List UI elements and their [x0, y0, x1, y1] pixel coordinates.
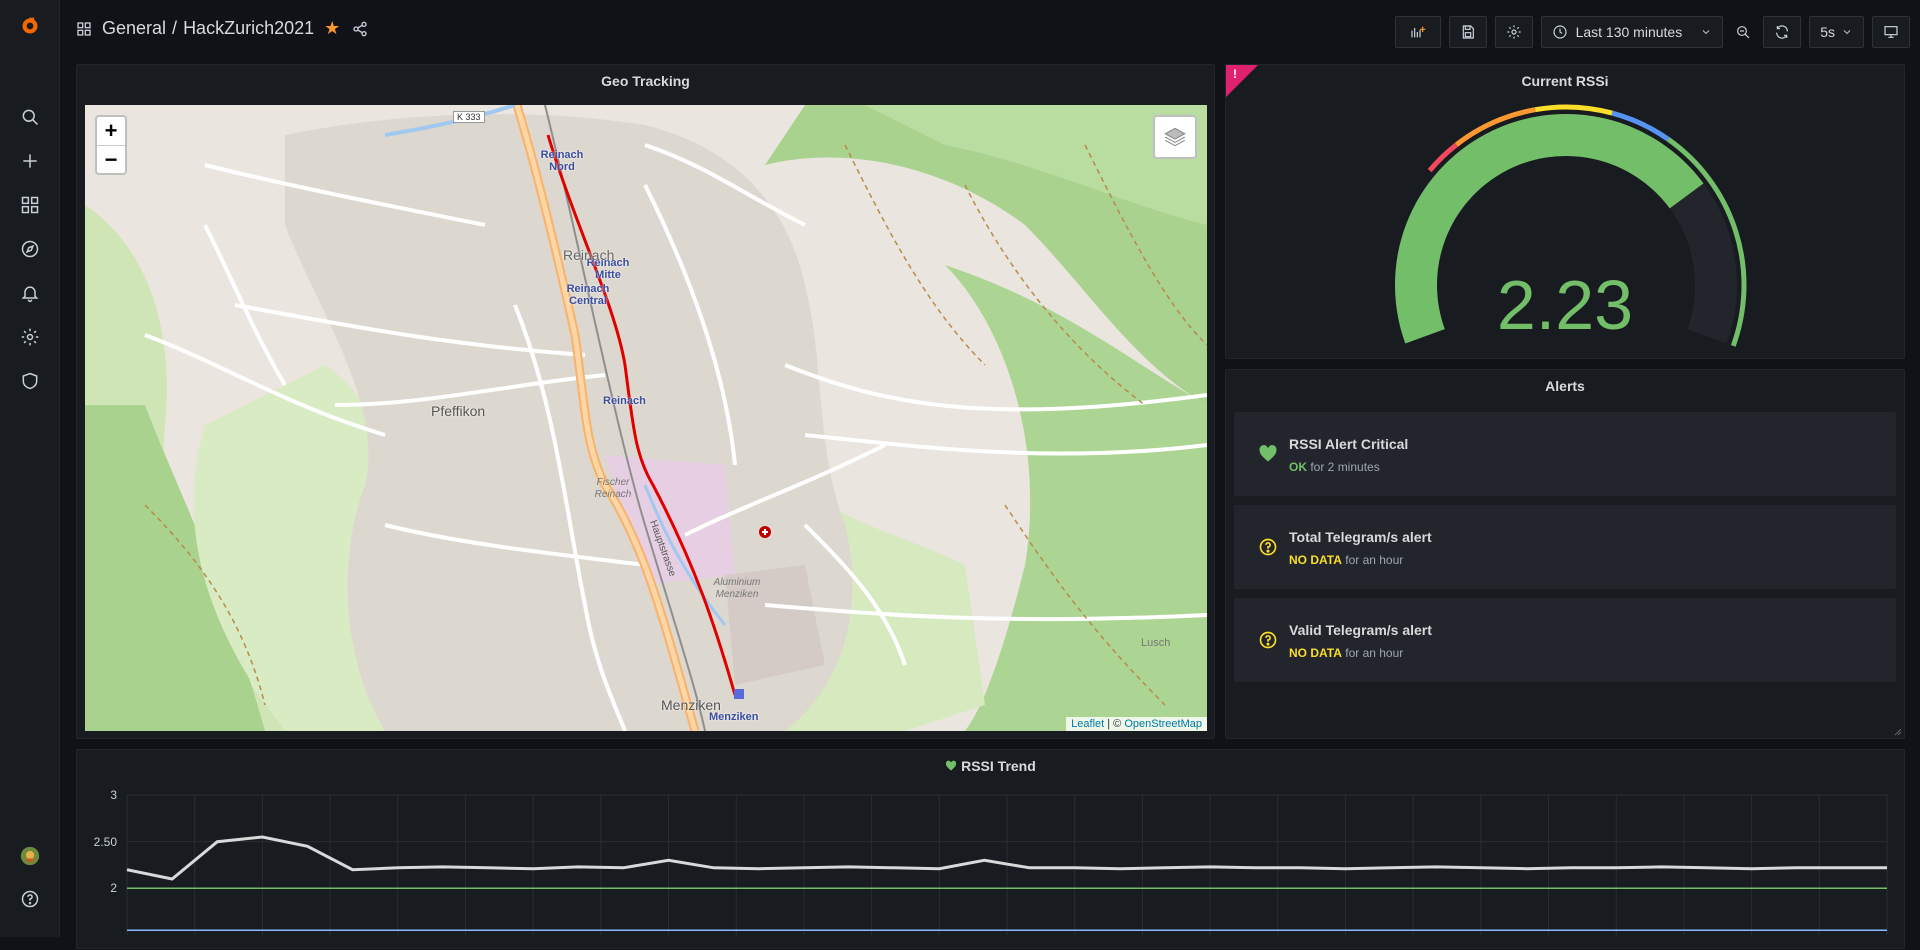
map-tiles[interactable]	[85, 105, 1207, 731]
alert-state-value: NO DATA	[1289, 553, 1342, 567]
alert-state: NO DATA for an hour	[1289, 646, 1403, 660]
zoom-out-icon	[1737, 26, 1750, 39]
map-label-reinach-station: Reinach	[603, 395, 646, 407]
current-rssi-panel: ! Current RSSi 2.23	[1225, 64, 1905, 359]
time-picker-button[interactable]: Last 130 minutes	[1540, 16, 1724, 48]
breadcrumb: General / HackZurich2021 ★	[76, 18, 368, 39]
clock-icon	[1552, 25, 1567, 39]
add-panel-icon	[1410, 26, 1425, 38]
alert-state: NO DATA for an hour	[1289, 553, 1403, 567]
openstreetmap-link[interactable]: OpenStreetMap	[1124, 718, 1202, 730]
time-range-label: Last 130 minutes	[1575, 24, 1683, 40]
gear-icon[interactable]	[16, 323, 44, 351]
gauge-threshold-segment	[1534, 104, 1613, 116]
grafana-logo-icon[interactable]	[16, 12, 44, 40]
rssi-trend-panel: RSSI Trend 3 2.50 2	[76, 749, 1905, 949]
alert-duration: for an hour	[1345, 553, 1404, 567]
refresh-interval-select[interactable]: 5s	[1809, 16, 1864, 48]
resize-handle-icon[interactable]	[1892, 726, 1902, 736]
alert-name[interactable]: Total Telegram/s alert	[1289, 529, 1432, 545]
dashboard-grid-icon	[77, 21, 91, 36]
breadcrumb-folder[interactable]: General	[102, 18, 166, 39]
map-view[interactable]: Reinach Nord Reinach Mitte Reinach Centr…	[85, 105, 1207, 731]
map-label-pfeffikon: Pfeffikon	[431, 403, 486, 419]
page-title[interactable]: HackZurich2021	[183, 18, 314, 39]
gear-icon	[1506, 25, 1521, 39]
breadcrumb-separator: /	[172, 18, 178, 38]
search-icon[interactable]	[16, 103, 44, 131]
toolbar: Last 130 minutes 5s	[1394, 16, 1910, 48]
refresh-button[interactable]	[1763, 16, 1802, 48]
alerts-panel: Alerts RSSI Alert Critical OK for 2 minu…	[1225, 369, 1905, 739]
map-label-menziken-station: Menziken	[709, 711, 759, 723]
alert-duration: for 2 minutes	[1310, 460, 1380, 474]
alert-name[interactable]: Valid Telegram/s alert	[1289, 622, 1432, 638]
question-icon	[1259, 538, 1277, 556]
layers-icon	[1164, 127, 1186, 147]
share-icon[interactable]	[352, 21, 368, 37]
gauge-value: 2.23	[1496, 266, 1634, 344]
save-icon	[1462, 25, 1474, 39]
zoom-in-button[interactable]: +	[97, 117, 125, 145]
alert-name[interactable]: RSSI Alert Critical	[1289, 436, 1408, 452]
alert-state-value: NO DATA	[1289, 646, 1342, 660]
alert-state: OK for 2 minutes	[1289, 460, 1380, 474]
map-label-aluminium: Aluminium Menziken	[713, 577, 761, 600]
sidebar	[0, 0, 60, 937]
panel-title[interactable]: Geo Tracking	[77, 73, 1214, 89]
save-button[interactable]	[1448, 16, 1487, 48]
map-label-lusch: Lusch	[1141, 637, 1171, 649]
bell-icon[interactable]	[16, 279, 44, 307]
alert-item[interactable]: Valid Telegram/s alert NO DATA for an ho…	[1234, 598, 1896, 682]
plus-icon[interactable]	[16, 147, 44, 175]
panel-title[interactable]: Alerts	[1226, 378, 1904, 394]
layers-button[interactable]	[1153, 115, 1197, 159]
refresh-icon	[1776, 25, 1789, 39]
dashboards-icon[interactable]	[16, 191, 44, 219]
map-zoom-control: + −	[95, 115, 127, 175]
tv-mode-button[interactable]	[1872, 16, 1910, 48]
monitor-icon	[1884, 26, 1898, 38]
zoom-out-button[interactable]: −	[97, 145, 125, 173]
geo-tracking-panel: Geo Tracking Reinach Nord Reinach Mitte …	[76, 64, 1215, 739]
zoom-out-button[interactable]	[1731, 16, 1755, 48]
map-label-fischer: Fischer Reinach	[594, 477, 632, 500]
avatar[interactable]	[16, 842, 44, 870]
star-icon[interactable]: ★	[324, 18, 340, 39]
alert-state-value: OK	[1289, 460, 1307, 474]
settings-button[interactable]	[1494, 16, 1533, 48]
explore-compass-icon[interactable]	[16, 235, 44, 263]
map-attribution: Leaflet | © OpenStreetMap	[1066, 717, 1207, 731]
question-icon	[1259, 631, 1277, 649]
shield-icon[interactable]	[16, 367, 44, 395]
alert-duration: for an hour	[1345, 646, 1404, 660]
map-label-k333: K 333	[453, 111, 485, 123]
attribution-separator: | ©	[1104, 718, 1125, 730]
help-icon[interactable]	[16, 885, 44, 913]
map-label-reinach-central: Reinach Central	[566, 283, 610, 307]
chevron-down-icon	[1843, 30, 1851, 35]
leaflet-link[interactable]: Leaflet	[1071, 718, 1104, 730]
map-label-reinach-nord: Reinach Nord	[540, 149, 584, 173]
alert-item[interactable]: Total Telegram/s alert NO DATA for an ho…	[1234, 505, 1896, 589]
top-navbar: General / HackZurich2021 ★ Last 130 minu…	[60, 0, 1920, 64]
refresh-interval-value: 5s	[1820, 24, 1835, 40]
chevron-down-icon	[1702, 30, 1710, 35]
rssi-trend-chart[interactable]	[77, 750, 1906, 950]
map-label-reinach-town: Reinach	[563, 247, 615, 263]
alert-item[interactable]: RSSI Alert Critical OK for 2 minutes	[1234, 412, 1896, 496]
add-panel-button[interactable]	[1394, 16, 1441, 48]
heart-icon	[1259, 445, 1277, 462]
